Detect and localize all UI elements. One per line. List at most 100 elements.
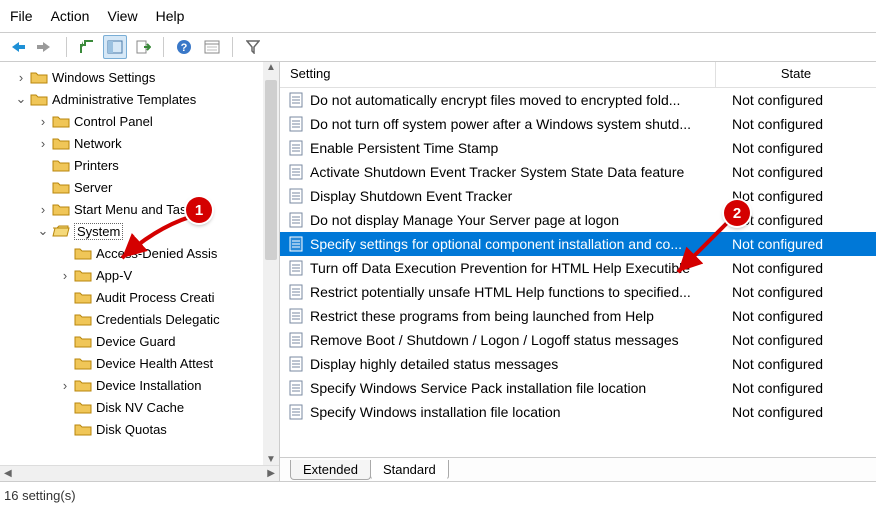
policy-icon	[288, 308, 304, 324]
list-row[interactable]: Restrict these programs from being launc…	[280, 304, 876, 328]
list-row[interactable]: Do not display Manage Your Server page a…	[280, 208, 876, 232]
setting-state: Not configured	[726, 260, 876, 276]
list-row[interactable]: Enable Persistent Time StampNot configur…	[280, 136, 876, 160]
setting-name: Display highly detailed status messages	[310, 356, 726, 372]
setting-name: Restrict these programs from being launc…	[310, 308, 726, 324]
policy-icon	[288, 140, 304, 156]
setting-name: Turn off Data Execution Prevention for H…	[310, 260, 726, 276]
tree-item-device-health[interactable]: · Device Health Attest	[0, 352, 279, 374]
policy-icon	[288, 116, 304, 132]
setting-name: Specify settings for optional component …	[310, 236, 726, 252]
tree-item-network[interactable]: › Network	[0, 132, 279, 154]
folder-icon	[74, 246, 92, 260]
tree-item-access-denied[interactable]: · Access-Denied Assis	[0, 242, 279, 264]
setting-name: Display Shutdown Event Tracker	[310, 188, 726, 204]
policy-icon	[288, 356, 304, 372]
tree-item-admin-templates[interactable]: ⌄ Administrative Templates	[0, 88, 279, 110]
column-state[interactable]: State	[716, 62, 876, 87]
main-area: › Windows Settings ⌄ Administrative Temp…	[0, 62, 876, 482]
list-row[interactable]: Remove Boot / Shutdown / Logon / Logoff …	[280, 328, 876, 352]
list-body[interactable]: Do not automatically encrypt files moved…	[280, 88, 876, 457]
up-button[interactable]	[75, 35, 99, 59]
list-row[interactable]: Turn off Data Execution Prevention for H…	[280, 256, 876, 280]
annotation-callout-1: 1	[186, 197, 212, 223]
list-row[interactable]: Specify Windows installation file locati…	[280, 400, 876, 424]
folder-icon	[74, 378, 92, 392]
policy-icon	[288, 188, 304, 204]
policy-icon	[288, 260, 304, 276]
tree-vertical-scrollbar[interactable]: ▲▼	[263, 62, 279, 465]
column-setting[interactable]: Setting	[280, 62, 716, 87]
folder-icon	[74, 400, 92, 414]
menu-view[interactable]: View	[107, 8, 137, 24]
list-header: Setting State	[280, 62, 876, 88]
tree-item-appv[interactable]: › App-V	[0, 264, 279, 286]
svg-text:?: ?	[181, 42, 188, 54]
menu-action[interactable]: Action	[51, 8, 90, 24]
policy-icon	[288, 380, 304, 396]
setting-state: Not configured	[726, 380, 876, 396]
folder-icon	[52, 158, 70, 172]
folder-icon	[30, 92, 48, 106]
tree-item-disk-quotas[interactable]: · Disk Quotas	[0, 418, 279, 440]
tab-standard[interactable]: Standard	[370, 460, 449, 480]
tree-item-credentials[interactable]: · Credentials Delegatic	[0, 308, 279, 330]
policy-icon	[288, 92, 304, 108]
list-row[interactable]: Display highly detailed status messagesN…	[280, 352, 876, 376]
show-hide-tree-button[interactable]	[103, 35, 127, 59]
policy-icon	[288, 236, 304, 252]
setting-state: Not configured	[726, 332, 876, 348]
filter-button[interactable]	[241, 35, 265, 59]
back-button[interactable]	[6, 35, 30, 59]
export-list-button[interactable]	[131, 35, 155, 59]
help-button[interactable]: ?	[172, 35, 196, 59]
list-row[interactable]: Do not turn off system power after a Win…	[280, 112, 876, 136]
menu-file[interactable]: File	[10, 8, 33, 24]
tree-item-control-panel[interactable]: › Control Panel	[0, 110, 279, 132]
folder-open-icon	[52, 224, 70, 238]
folder-icon	[52, 114, 70, 128]
menu-help[interactable]: Help	[156, 8, 185, 24]
policy-icon	[288, 284, 304, 300]
properties-button[interactable]	[200, 35, 224, 59]
folder-icon	[30, 70, 48, 84]
folder-icon	[52, 180, 70, 194]
annotation-callout-2: 2	[724, 200, 750, 226]
setting-name: Activate Shutdown Event Tracker System S…	[310, 164, 726, 180]
tree-item-windows-settings[interactable]: › Windows Settings	[0, 66, 279, 88]
tab-extended[interactable]: Extended	[290, 460, 371, 480]
list-row[interactable]: Specify Windows Service Pack installatio…	[280, 376, 876, 400]
tree-item-device-install[interactable]: › Device Installation	[0, 374, 279, 396]
folder-icon	[52, 202, 70, 216]
tree-item-device-guard[interactable]: · Device Guard	[0, 330, 279, 352]
list-row[interactable]: Activate Shutdown Event Tracker System S…	[280, 160, 876, 184]
nav-tree[interactable]: › Windows Settings ⌄ Administrative Temp…	[0, 62, 279, 465]
forward-button[interactable]	[34, 35, 58, 59]
setting-name: Specify Windows Service Pack installatio…	[310, 380, 726, 396]
tree-item-printers[interactable]: · Printers	[0, 154, 279, 176]
setting-state: Not configured	[726, 92, 876, 108]
tree-item-system[interactable]: ⌄ System	[0, 220, 279, 242]
setting-state: Not configured	[726, 164, 876, 180]
tree-item-audit[interactable]: · Audit Process Creati	[0, 286, 279, 308]
setting-name: Do not turn off system power after a Win…	[310, 116, 726, 132]
tree-item-disk-nv[interactable]: · Disk NV Cache	[0, 396, 279, 418]
folder-icon	[52, 136, 70, 150]
policy-icon	[288, 332, 304, 348]
folder-icon	[74, 290, 92, 304]
view-tabs: Extended Standard	[280, 457, 876, 481]
setting-state: Not configured	[726, 236, 876, 252]
list-row[interactable]: Display Shutdown Event TrackerNot config…	[280, 184, 876, 208]
list-row[interactable]: Specify settings for optional component …	[280, 232, 876, 256]
setting-state: Not configured	[726, 284, 876, 300]
tree-item-start-menu[interactable]: › Start Menu and Taskbar	[0, 198, 279, 220]
setting-state: Not configured	[726, 404, 876, 420]
setting-state: Not configured	[726, 188, 876, 204]
policy-icon	[288, 164, 304, 180]
list-row[interactable]: Do not automatically encrypt files moved…	[280, 88, 876, 112]
setting-name: Remove Boot / Shutdown / Logon / Logoff …	[310, 332, 726, 348]
list-row[interactable]: Restrict potentially unsafe HTML Help fu…	[280, 280, 876, 304]
tree-item-server[interactable]: · Server	[0, 176, 279, 198]
setting-name: Restrict potentially unsafe HTML Help fu…	[310, 284, 726, 300]
tree-horizontal-scrollbar[interactable]: ◀▶	[0, 465, 279, 481]
